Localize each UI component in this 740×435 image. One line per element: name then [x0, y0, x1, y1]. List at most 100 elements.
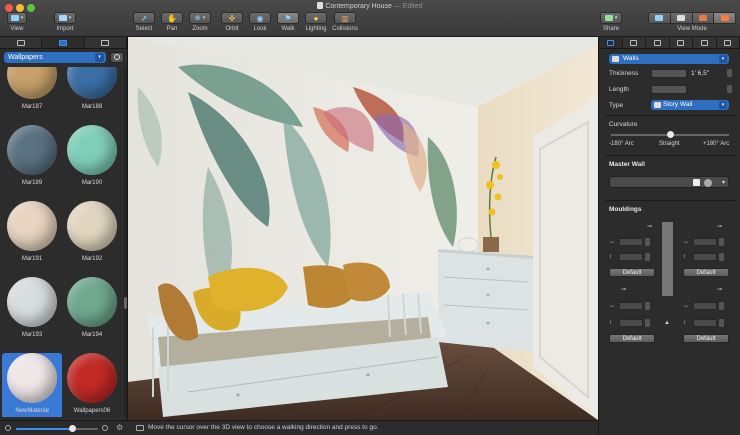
material-name: Mar193	[21, 332, 43, 338]
zoom-tool-button[interactable]: ⊕ ▾ Zoom	[188, 12, 212, 32]
material-ball-icon[interactable]	[704, 179, 712, 187]
material-item[interactable]: Wallpapers06	[62, 353, 122, 417]
dice-icon[interactable]	[693, 179, 700, 186]
scrollbar-thumb[interactable]	[124, 297, 127, 309]
stepper[interactable]	[719, 302, 724, 310]
share-button[interactable]: ▾ Share	[598, 12, 624, 32]
object-type-select[interactable]: Walls ▾	[609, 54, 729, 64]
material-swatch	[67, 353, 117, 403]
view-mode-elevation-button[interactable]	[670, 13, 693, 23]
zoom-in-icon[interactable]	[102, 425, 108, 431]
pan-tool-button[interactable]: ✋ Pan	[160, 12, 184, 32]
chevron-down-icon: ▾	[202, 15, 206, 21]
search-button[interactable]	[110, 52, 124, 63]
thickness-stepper[interactable]	[727, 69, 732, 77]
chevron-down-icon: ▾	[68, 15, 72, 21]
material-item[interactable]: Mar193	[2, 277, 62, 353]
walk-tool-button[interactable]: ⚑ Walk	[276, 12, 300, 32]
moulding-bottom-left-height[interactable]	[619, 319, 643, 327]
chevron-down-icon[interactable]: ▾	[722, 179, 725, 186]
length-control[interactable]	[651, 85, 687, 94]
material-swatch	[7, 201, 57, 251]
view-mode-2d-button[interactable]	[649, 13, 671, 23]
stepper[interactable]	[719, 253, 724, 261]
3d-scene[interactable]	[128, 37, 598, 420]
moulding-top-right-icon: ⊸	[717, 224, 723, 230]
default-button[interactable]: Default	[609, 334, 655, 343]
building-icon	[724, 39, 732, 46]
default-button[interactable]: Default	[609, 268, 655, 277]
height-icon: ↕	[683, 320, 686, 326]
moulding-bottom-right-width[interactable]	[693, 302, 717, 310]
moulding-top-right-width[interactable]	[693, 238, 717, 246]
moulding-top-left-height[interactable]	[619, 253, 643, 261]
category-select[interactable]: Wallpapers ▾	[4, 52, 106, 63]
stepper[interactable]	[645, 319, 650, 327]
divider	[605, 155, 735, 156]
brush-icon	[653, 39, 661, 46]
material-name: Wallpapers06	[73, 408, 111, 414]
stepper[interactable]	[645, 238, 650, 246]
gear-icon[interactable]: ⚙	[116, 423, 123, 432]
lighting-tool-button[interactable]: ● Lighting	[303, 12, 329, 32]
stepper[interactable]	[645, 253, 650, 261]
select-tool-button[interactable]: ➚ Select	[132, 12, 156, 32]
collisions-tool-button[interactable]: ▥ Collisions	[330, 12, 360, 32]
material-item[interactable]: Mar192	[62, 201, 122, 277]
material-item[interactable]: Mar191	[2, 201, 62, 277]
tab-object[interactable]	[623, 37, 646, 48]
height-icon: ↕	[609, 254, 612, 260]
slider-knob[interactable]	[68, 425, 76, 432]
thickness-value[interactable]: 1' 6,5"	[691, 69, 709, 78]
hand-icon: ✋	[167, 13, 177, 23]
material-swatch	[67, 67, 117, 99]
magnifier-icon: ⊕	[194, 15, 201, 22]
material-item[interactable]: Mar189	[2, 125, 62, 201]
tab-list[interactable]	[85, 37, 127, 48]
length-stepper[interactable]	[727, 85, 732, 93]
view-mode-split-button[interactable]	[692, 13, 715, 23]
stepper[interactable]	[719, 319, 724, 327]
material-item[interactable]: Mar190	[62, 125, 122, 201]
material-item[interactable]: Mar188	[62, 67, 122, 125]
walk-icon: ⚑	[284, 13, 292, 23]
master-wall-material-picker[interactable]: ▾	[609, 176, 729, 188]
moulding-bottom-right-height[interactable]	[693, 319, 717, 327]
material-item[interactable]: Mar194	[62, 277, 122, 353]
thickness-alignment-control[interactable]	[651, 69, 687, 78]
orbit-tool-button[interactable]: ✣ Orbit	[220, 12, 244, 32]
import-button[interactable]: ▾ Import	[52, 12, 78, 32]
material-item[interactable]: Mar187	[2, 67, 62, 125]
wall-type-select[interactable]: Story Wall ▾	[651, 100, 729, 110]
moulding-bottom-left-width[interactable]	[619, 302, 643, 310]
moulding-top-left-width[interactable]	[619, 238, 643, 246]
chevron-down-icon: ▾	[719, 55, 727, 63]
curvature-slider-knob[interactable]	[667, 131, 674, 138]
moulding-top-left-icon: ⊸	[647, 224, 653, 230]
tab-objects[interactable]	[0, 37, 43, 48]
3d-view[interactable]	[128, 37, 598, 420]
tab-building[interactable]	[717, 37, 740, 48]
default-button[interactable]: Default	[683, 334, 729, 343]
zoom-out-icon[interactable]	[5, 425, 11, 431]
door[interactable]	[533, 97, 598, 420]
view-mode-3d-button[interactable]	[714, 13, 735, 23]
tab-wall-properties[interactable]	[599, 37, 623, 48]
plan-icon	[655, 15, 664, 21]
material-item[interactable]: NewMaterial	[2, 353, 62, 417]
tab-camera[interactable]	[670, 37, 693, 48]
default-button[interactable]: Default	[683, 268, 729, 277]
tab-light[interactable]	[693, 37, 717, 48]
tab-materials[interactable]	[42, 37, 85, 48]
view-button[interactable]: ▾ View	[6, 12, 28, 32]
tab-material[interactable]	[646, 37, 670, 48]
library-scrollbar[interactable]	[124, 67, 127, 417]
list-icon	[101, 39, 110, 46]
stepper[interactable]	[645, 302, 650, 310]
material-name: Mar192	[81, 256, 103, 262]
chevron-down-icon: ▾	[719, 101, 727, 109]
dresser[interactable]	[438, 249, 533, 352]
moulding-top-right-height[interactable]	[693, 253, 717, 261]
stepper[interactable]	[719, 238, 724, 246]
look-tool-button[interactable]: ◉ Look	[248, 12, 272, 32]
